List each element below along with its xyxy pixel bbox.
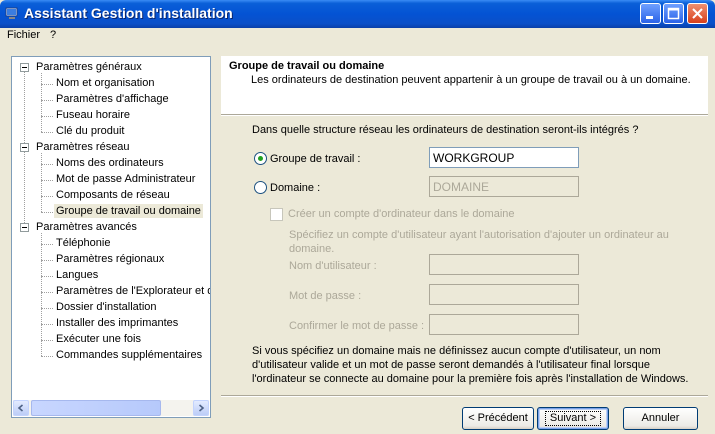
tree-toggle-network[interactable]: [20, 143, 29, 152]
maximize-button[interactable]: [663, 3, 684, 24]
tree-item-telephony[interactable]: Téléphonie: [54, 236, 112, 250]
workgroup-radio[interactable]: [254, 152, 267, 165]
tree-item-languages[interactable]: Langues: [54, 268, 100, 282]
cancel-button-label: Annuler: [641, 412, 680, 424]
close-icon: [692, 8, 703, 19]
tree-item-explorer[interactable]: Paramètres de l'Explorateur et de: [54, 284, 210, 298]
page-title: Groupe de travail ou domaine: [229, 60, 385, 72]
back-button[interactable]: < Précédent: [462, 407, 534, 430]
window-title: Assistant Gestion d'installation: [24, 5, 233, 21]
create-account-checkbox[interactable]: [270, 208, 283, 221]
next-button[interactable]: Suivant >: [537, 407, 609, 430]
menu-bar: Fichier ?: [0, 28, 715, 44]
username-input[interactable]: [429, 254, 579, 275]
cancel-button[interactable]: Annuler: [623, 407, 698, 430]
confirm-password-label: Confirmer le mot de passe :: [289, 320, 425, 332]
menu-help[interactable]: ?: [50, 29, 56, 41]
tree-group-network[interactable]: Paramètres réseau: [34, 140, 132, 154]
tree-item-network-components[interactable]: Composants de réseau: [54, 188, 172, 202]
tree-item-printers[interactable]: Installer des imprimantes: [54, 316, 180, 330]
page-header: Groupe de travail ou domaine Les ordinat…: [221, 56, 708, 114]
tree-item-admin-password[interactable]: Mot de passe Administrateur: [54, 172, 197, 186]
settings-tree[interactable]: Paramètres généraux Nom et organisation …: [11, 56, 211, 418]
network-question: Dans quelle structure réseau les ordinat…: [252, 124, 639, 136]
menu-fichier[interactable]: Fichier: [7, 29, 40, 41]
tree-item-extra-commands[interactable]: Commandes supplémentaires: [54, 348, 204, 362]
domain-note: Si vous spécifiez un domaine mais ne déf…: [252, 345, 689, 385]
minimize-icon: [646, 16, 653, 19]
tree-item-install-folder[interactable]: Dossier d'installation: [54, 300, 159, 314]
tree-item-regional[interactable]: Paramètres régionaux: [54, 252, 166, 266]
create-account-label[interactable]: Créer un compte d'ordinateur dans le dom…: [288, 207, 515, 221]
scroll-right-button[interactable]: [193, 400, 209, 416]
tree-group-general[interactable]: Paramètres généraux: [34, 60, 144, 74]
tree-toggle-general[interactable]: [20, 63, 29, 72]
scroll-right-icon: [198, 404, 205, 412]
maximize-icon: [667, 7, 680, 20]
password-input[interactable]: [429, 284, 579, 305]
minimize-button[interactable]: [640, 3, 661, 24]
tree-item-name-org[interactable]: Nom et organisation: [54, 76, 156, 90]
next-button-label: Suivant >: [544, 411, 602, 426]
page-description: Les ordinateurs de destination peuvent a…: [251, 74, 691, 86]
scroll-left-button[interactable]: [13, 400, 29, 416]
tree-item-timezone[interactable]: Fuseau horaire: [54, 108, 132, 122]
tree-horizontal-scrollbar[interactable]: [13, 400, 209, 416]
tree-item-display[interactable]: Paramètres d'affichage: [54, 92, 171, 106]
header-divider: [221, 114, 708, 116]
tree-group-advanced[interactable]: Paramètres avancés: [34, 220, 139, 234]
footer-divider: [221, 395, 708, 397]
tree-toggle-advanced[interactable]: [20, 223, 29, 232]
password-label: Mot de passe :: [289, 290, 362, 302]
account-description: Spécifiez un compte d'utilisateur ayant …: [289, 229, 669, 255]
workgroup-label[interactable]: Groupe de travail :: [270, 152, 361, 166]
tree-item-run-once[interactable]: Exécuter une fois: [54, 332, 143, 346]
domain-input[interactable]: [429, 176, 579, 197]
confirm-password-input[interactable]: [429, 314, 579, 335]
scroll-left-icon: [17, 404, 24, 412]
tree-item-workgroup-domain[interactable]: Groupe de travail ou domaine: [54, 204, 203, 218]
domain-radio[interactable]: [254, 181, 267, 194]
scroll-thumb[interactable]: [31, 400, 161, 416]
back-button-label: < Précédent: [468, 412, 528, 424]
tree-item-computer-names[interactable]: Noms des ordinateurs: [54, 156, 166, 170]
domain-label[interactable]: Domaine :: [270, 181, 320, 195]
username-label: Nom d'utilisateur :: [289, 260, 377, 272]
close-button[interactable]: [687, 3, 708, 24]
tree-item-product-key[interactable]: Clé du produit: [54, 124, 127, 138]
app-icon: [5, 7, 18, 19]
title-bar[interactable]: Assistant Gestion d'installation: [0, 0, 715, 28]
workgroup-input[interactable]: [429, 147, 579, 168]
